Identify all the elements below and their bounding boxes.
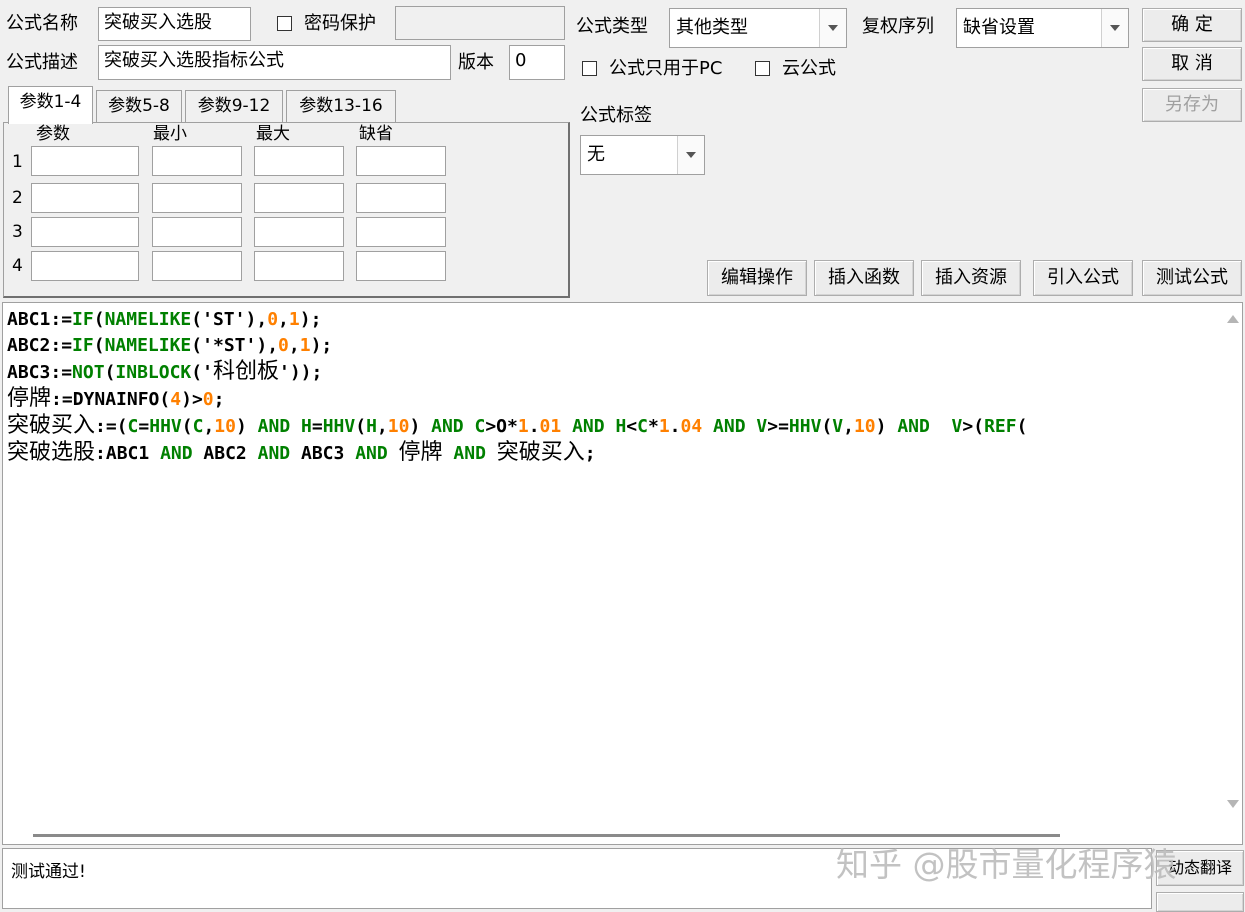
- param-2-min-input[interactable]: [152, 183, 242, 213]
- param-2-default-input[interactable]: [356, 183, 446, 213]
- tab-params-13-16[interactable]: 参数13-16: [286, 90, 396, 122]
- rights-label: 复权序列: [862, 16, 934, 37]
- version-label: 版本: [458, 52, 494, 73]
- rights-select[interactable]: 缺省设置: [956, 8, 1129, 48]
- code-line[interactable]: ABC3:=NOT(INBLOCK('科创板'));: [7, 359, 1027, 386]
- import-formula-button[interactable]: 引入公式: [1033, 260, 1133, 296]
- password-checkbox[interactable]: [277, 16, 292, 31]
- param-1-max-input[interactable]: [254, 146, 344, 176]
- param-row-number: 3: [12, 222, 23, 242]
- code-line[interactable]: 停牌:=DYNAINFO(4)>0;: [7, 386, 1027, 413]
- param-4-max-input[interactable]: [254, 251, 344, 281]
- status-text: 测试通过!: [11, 862, 86, 882]
- save-as-button[interactable]: 另存为: [1142, 88, 1242, 122]
- param-3-min-input[interactable]: [152, 217, 242, 247]
- param-header-default: 缺省: [359, 124, 393, 144]
- param-2-name-input[interactable]: [31, 183, 139, 213]
- desc-input[interactable]: 突破买入选股指标公式: [98, 45, 451, 80]
- password-input: [395, 6, 565, 40]
- param-2-max-input[interactable]: [254, 183, 344, 213]
- name-label: 公式名称: [6, 13, 78, 34]
- tag-select[interactable]: 无: [580, 135, 705, 175]
- param-header-max: 最大: [256, 124, 290, 144]
- insert-resource-button[interactable]: 插入资源: [921, 260, 1021, 296]
- param-1-name-input[interactable]: [31, 146, 139, 176]
- chevron-down-icon[interactable]: [677, 136, 704, 174]
- param-1-min-input[interactable]: [152, 146, 242, 176]
- tab-params-9-12[interactable]: 参数9-12: [185, 90, 283, 122]
- param-4-default-input[interactable]: [356, 251, 446, 281]
- param-3-name-input[interactable]: [31, 217, 139, 247]
- watermark-text: 知乎 @股市量化程序猿: [836, 845, 1177, 884]
- type-label: 公式类型: [576, 16, 648, 37]
- param-3-default-input[interactable]: [356, 217, 446, 247]
- desc-label: 公式描述: [6, 52, 78, 73]
- param-row-number: 2: [12, 188, 23, 208]
- param-row-number: 4: [12, 256, 23, 276]
- param-3-max-input[interactable]: [254, 217, 344, 247]
- pc-only-label: 公式只用于PC: [609, 58, 723, 79]
- edit-ops-button[interactable]: 编辑操作: [707, 260, 807, 296]
- pc-only-checkbox[interactable]: [582, 61, 597, 76]
- type-select-value: 其他类型: [676, 17, 748, 38]
- vertical-scrollbar[interactable]: [1222, 303, 1242, 828]
- horizontal-scroll-thumb[interactable]: [33, 834, 1060, 837]
- code-text[interactable]: ABC1:=IF(NAMELIKE('ST'),0,1); ABC2:=IF(NA…: [7, 307, 1027, 467]
- code-line[interactable]: 突破选股:ABC1 AND ABC2 AND ABC3 AND 停牌 AND 突…: [7, 440, 1027, 467]
- tab-params-5-8[interactable]: 参数5-8: [96, 90, 182, 122]
- ok-button[interactable]: 确 定: [1142, 8, 1242, 42]
- param-header-min: 最小: [153, 124, 187, 144]
- param-4-min-input[interactable]: [152, 251, 242, 281]
- tag-select-value: 无: [587, 144, 605, 165]
- scroll-up-icon[interactable]: [1227, 315, 1239, 323]
- cloud-checkbox[interactable]: [755, 61, 770, 76]
- code-editor[interactable]: ABC1:=IF(NAMELIKE('ST'),0,1); ABC2:=IF(NA…: [2, 302, 1243, 845]
- type-select[interactable]: 其他类型: [669, 8, 847, 48]
- version-input[interactable]: 0: [509, 45, 565, 80]
- code-line[interactable]: ABC2:=IF(NAMELIKE('*ST'),0,1);: [7, 333, 1027, 359]
- insert-function-button[interactable]: 插入函数: [814, 260, 914, 296]
- scroll-down-icon[interactable]: [1227, 800, 1239, 808]
- param-header-name: 参数: [36, 124, 70, 144]
- tab-params-1-4[interactable]: 参数1-4: [8, 86, 93, 124]
- param-row-number: 1: [12, 152, 23, 172]
- secondary-button-partial[interactable]: [1156, 892, 1244, 912]
- cancel-button[interactable]: 取 消: [1142, 47, 1242, 81]
- code-line[interactable]: 突破买入:=(C=HHV(C,10) AND H=HHV(H,10) AND C…: [7, 413, 1027, 440]
- cloud-label: 云公式: [782, 58, 836, 79]
- test-formula-button[interactable]: 测试公式: [1142, 260, 1242, 296]
- param-4-name-input[interactable]: [31, 251, 139, 281]
- password-label: 密码保护: [304, 13, 376, 34]
- chevron-down-icon[interactable]: [1101, 9, 1128, 47]
- param-1-default-input[interactable]: [356, 146, 446, 176]
- rights-select-value: 缺省设置: [963, 17, 1035, 38]
- name-input[interactable]: 突破买入选股: [98, 7, 251, 41]
- tag-label: 公式标签: [580, 105, 652, 126]
- chevron-down-icon[interactable]: [819, 9, 846, 47]
- code-line[interactable]: ABC1:=IF(NAMELIKE('ST'),0,1);: [7, 307, 1027, 333]
